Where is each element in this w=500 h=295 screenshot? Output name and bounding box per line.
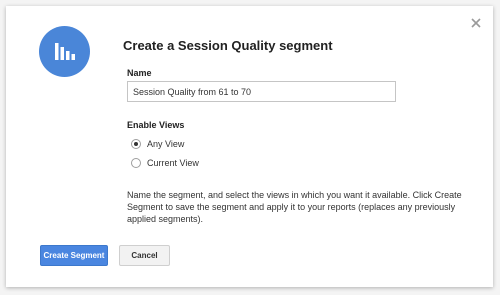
segment-icon-badge [39, 26, 90, 77]
close-icon[interactable] [469, 16, 483, 30]
create-segment-dialog: Create a Session Quality segment Name En… [6, 6, 493, 287]
enable-views-label: Enable Views [127, 120, 185, 130]
create-segment-button[interactable]: Create Segment [40, 245, 108, 266]
bar-chart-icon [55, 43, 75, 60]
cancel-button[interactable]: Cancel [119, 245, 170, 266]
radio-label-any-view: Any View [147, 139, 185, 149]
name-label: Name [127, 68, 152, 78]
radio-current-view[interactable]: Current View [131, 158, 199, 168]
radio-button[interactable] [131, 158, 141, 168]
dialog-description: Name the segment, and select the views i… [127, 190, 462, 224]
segment-name-input[interactable] [127, 81, 396, 102]
radio-label-current-view: Current View [147, 158, 199, 168]
radio-any-view[interactable]: Any View [131, 139, 184, 149]
radio-button[interactable] [131, 139, 141, 149]
dialog-title: Create a Session Quality segment [123, 38, 333, 53]
